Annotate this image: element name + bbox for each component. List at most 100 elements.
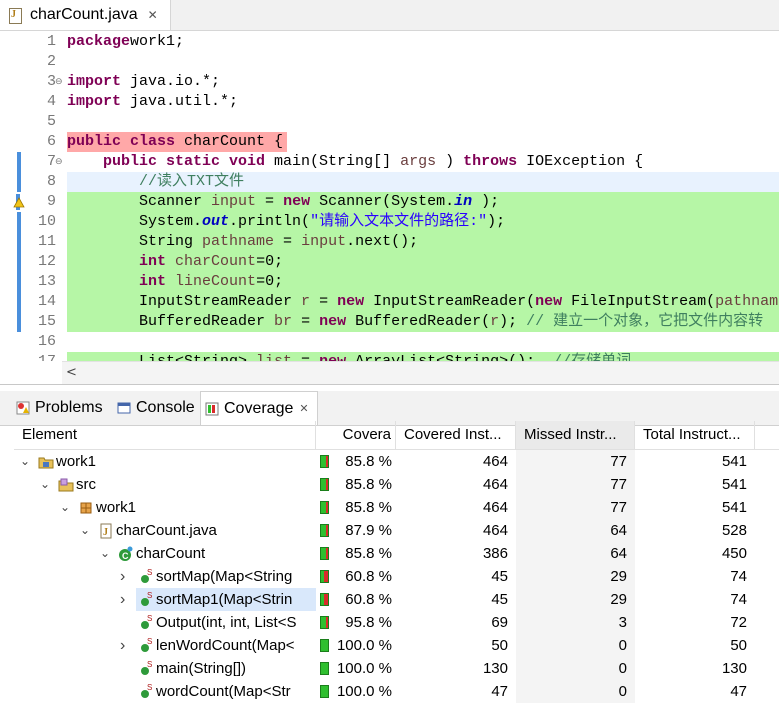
table-row[interactable]: ⌄ work1 85.8 % 464 77 541 (14, 496, 779, 519)
code-line[interactable]: 4 import java.util.*; (0, 92, 779, 112)
element-name: sortMap(Map<String (156, 568, 293, 585)
coverage-bar (320, 662, 329, 675)
static-method-icon: S (138, 614, 154, 631)
horizontal-scrollbar[interactable]: < (62, 361, 779, 384)
svg-text:S: S (147, 684, 152, 692)
expand-icon[interactable]: › (120, 565, 125, 588)
expand-icon[interactable]: › (120, 588, 125, 611)
table-row[interactable]: SwordCount(Map<Str 100.0 % 47 0 47 (14, 680, 779, 703)
code-editor[interactable]: J charCount.java ✕ 1 packagework1; 2 3 ⊖ impo… (0, 0, 779, 385)
code-token: r (301, 293, 311, 310)
coverage-percent: 60.8 % (345, 591, 392, 608)
fold-toggle-icon[interactable]: ⊖ (55, 157, 63, 167)
collapse-icon[interactable]: ⌄ (40, 473, 50, 496)
line-number: 16 (37, 333, 56, 350)
tab-console[interactable]: Console (117, 391, 195, 425)
close-icon[interactable]: ✕ (299, 402, 308, 415)
total-instructions-cell: 74 (730, 568, 747, 585)
code-line[interactable]: 5 (0, 112, 779, 132)
close-icon[interactable]: ✕ (148, 8, 158, 22)
code-line[interactable]: 6 public class charCount { (0, 132, 779, 152)
table-row[interactable]: › SsortMap(Map<String 60.8 % 45 29 74 (14, 565, 779, 588)
code-line[interactable]: 9 Scanner input = new Scanner(System.in … (0, 192, 779, 212)
coverage-bar (320, 478, 329, 491)
column-covered-instructions[interactable]: Covered Inst... (396, 421, 516, 449)
editor-tab-charcount-java[interactable]: J charCount.java ✕ (0, 0, 171, 30)
code-line[interactable]: 14 InputStreamReader r = new InputStream… (0, 292, 779, 312)
static-method-icon: S (138, 660, 154, 677)
table-row[interactable]: ⌄ JcharCount.java 87.9 % 464 64 528 (14, 519, 779, 542)
table-row[interactable]: › SlenWordCount(Map< 100.0 % 50 0 50 (14, 634, 779, 657)
code-token: int (139, 273, 167, 290)
collapse-icon[interactable]: ⌄ (80, 519, 90, 542)
code-line[interactable]: 11 String pathname = input.next(); (0, 232, 779, 252)
code-line[interactable]: 8 //读入TXT文件 (0, 172, 779, 192)
table-row[interactable]: Smain(String[]) 100.0 % 130 0 130 (14, 657, 779, 680)
tab-coverage[interactable]: Coverage ✕ (200, 391, 318, 425)
table-row[interactable]: S Output(int, int, List<S 95.8 % 69 3 72 (14, 611, 779, 634)
code-line[interactable]: 13 int lineCount=0; (0, 272, 779, 292)
column-element[interactable]: Element (14, 421, 316, 449)
code-token: new (283, 193, 311, 210)
code-token: InputStreamReader (67, 293, 302, 310)
table-row[interactable]: ⌄ src 85.8 % 464 77 541 (14, 473, 779, 496)
svg-text:S: S (147, 661, 152, 669)
code-text: import java.io.*; (67, 72, 220, 92)
line-number: 10 (37, 213, 56, 230)
column-missed-instructions[interactable]: Missed Instr... (516, 421, 635, 449)
element-name: Output(int, int, List<S (156, 614, 297, 631)
code-line[interactable]: 10 System.out.println("请输入文本文件的路径:"); (0, 212, 779, 232)
code-line[interactable]: 16 (0, 332, 779, 352)
scroll-left-icon[interactable]: < (66, 365, 77, 380)
table-row[interactable]: ⌄ work1 85.8 % 464 77 541 (14, 450, 779, 473)
code-token: String (67, 233, 203, 250)
column-total-instructions[interactable]: Total Instruct... (635, 421, 755, 449)
change-marker (17, 272, 21, 292)
code-line[interactable]: 17 List<String> list = new ArrayList<Str… (0, 352, 779, 361)
collapse-icon[interactable]: ⌄ (20, 450, 30, 473)
code-token: in (454, 193, 473, 210)
coverage-percent: 100.0 % (336, 683, 392, 700)
class-icon: C (118, 546, 134, 562)
code-token: input (301, 233, 347, 250)
code-token: br (274, 313, 293, 330)
code-token: = (292, 313, 320, 330)
coverage-percent: 95.8 % (345, 614, 392, 631)
column-coverage[interactable]: Covera (316, 421, 396, 449)
tab-problems-label: Problems (35, 399, 103, 416)
tab-problems[interactable]: Problems (16, 391, 103, 425)
code-line[interactable]: 3 ⊖ import java.io.*; (0, 72, 779, 92)
element-name: charCount.java (116, 522, 217, 539)
line-number: 8 (46, 173, 56, 190)
code-line[interactable]: 7 ⊖ public static void main(String[] args… (0, 152, 779, 172)
svg-text:J: J (103, 527, 108, 538)
fold-toggle-icon[interactable]: ⊖ (55, 77, 63, 87)
coverage-percent: 85.8 % (345, 499, 392, 516)
table-row[interactable]: › SsortMap1(Map<Strin 60.8 % 45 29 74 (14, 588, 779, 611)
code-token: throws (463, 153, 518, 170)
collapse-icon[interactable]: ⌄ (100, 542, 110, 565)
code-token: int (139, 253, 167, 270)
code-line[interactable]: 2 (0, 52, 779, 72)
collapse-icon[interactable]: ⌄ (60, 496, 70, 519)
code-line[interactable]: 12 int charCount=0; (0, 252, 779, 272)
coverage-bar (320, 547, 329, 560)
element-name: wordCount(Map<Str (156, 683, 291, 700)
code-token: "请输入文本文件的路径:" (310, 213, 488, 230)
total-instructions-cell: 74 (730, 591, 747, 608)
code-token: BufferedReader (67, 313, 275, 330)
expand-icon[interactable]: › (120, 634, 125, 657)
svg-text:S: S (147, 592, 152, 600)
total-instructions-cell: 528 (721, 522, 747, 539)
code-token: args (400, 153, 437, 170)
coverage-tree-table[interactable]: ⌄ work1 85.8 % 464 77 541 ⌄ src 85.8 % 464 77 541 ⌄ w… (14, 450, 779, 704)
static-method-icon: S (138, 683, 154, 700)
code-line[interactable]: 15 BufferedReader br = new BufferedReade… (0, 312, 779, 332)
code-text: InputStreamReader r = new InputStreamRea… (67, 292, 779, 312)
table-row[interactable]: ⌄ CcharCount 85.8 % 386 64 450 (14, 542, 779, 565)
code-line[interactable]: 1 packagework1; (0, 32, 779, 52)
code-area[interactable]: 1 packagework1; 2 3 ⊖ import java.io.*; 4 impor… (0, 31, 779, 361)
code-token: List<String> (67, 353, 256, 361)
